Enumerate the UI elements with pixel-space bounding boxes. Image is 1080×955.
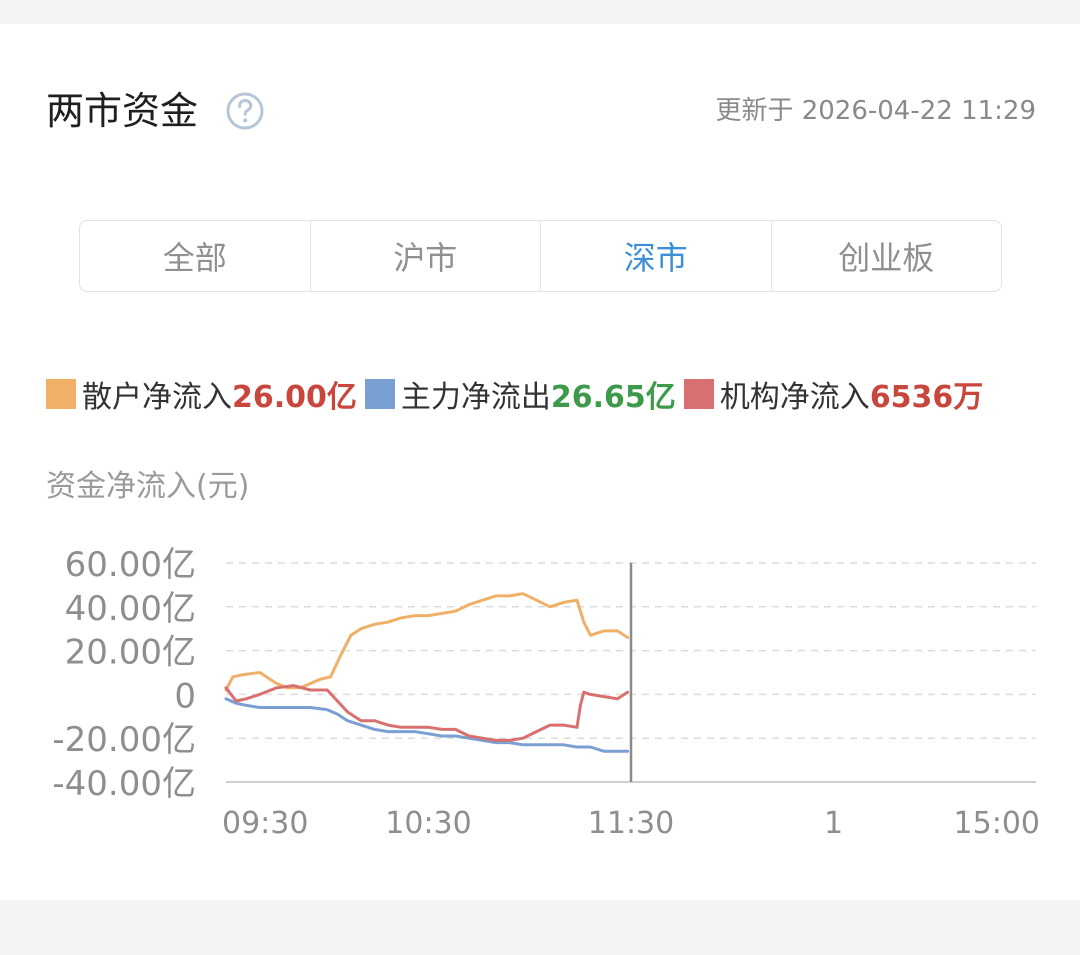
y-tick-label: 20.00亿	[65, 633, 196, 673]
y-tick-label: -40.00亿	[52, 764, 196, 804]
y-tick-label: 0	[174, 676, 196, 716]
y-tick-label: 60.00亿	[65, 545, 196, 585]
x-tick-label: 09:30	[222, 806, 308, 841]
x-tick-label: 10:30	[385, 806, 471, 841]
y-tick-label: -20.00亿	[52, 720, 196, 760]
x-tick-label: 15:00	[954, 806, 1040, 841]
fund-flow-chart: 60.00亿40.00亿20.00亿0-20.00亿-40.00亿 09:30 10…	[52, 545, 1040, 841]
x-tick-label: 1	[824, 806, 843, 841]
y-tick-label: 40.00亿	[65, 589, 196, 629]
x-tick-label: 11:30	[588, 806, 674, 841]
series-line	[224, 592, 630, 692]
